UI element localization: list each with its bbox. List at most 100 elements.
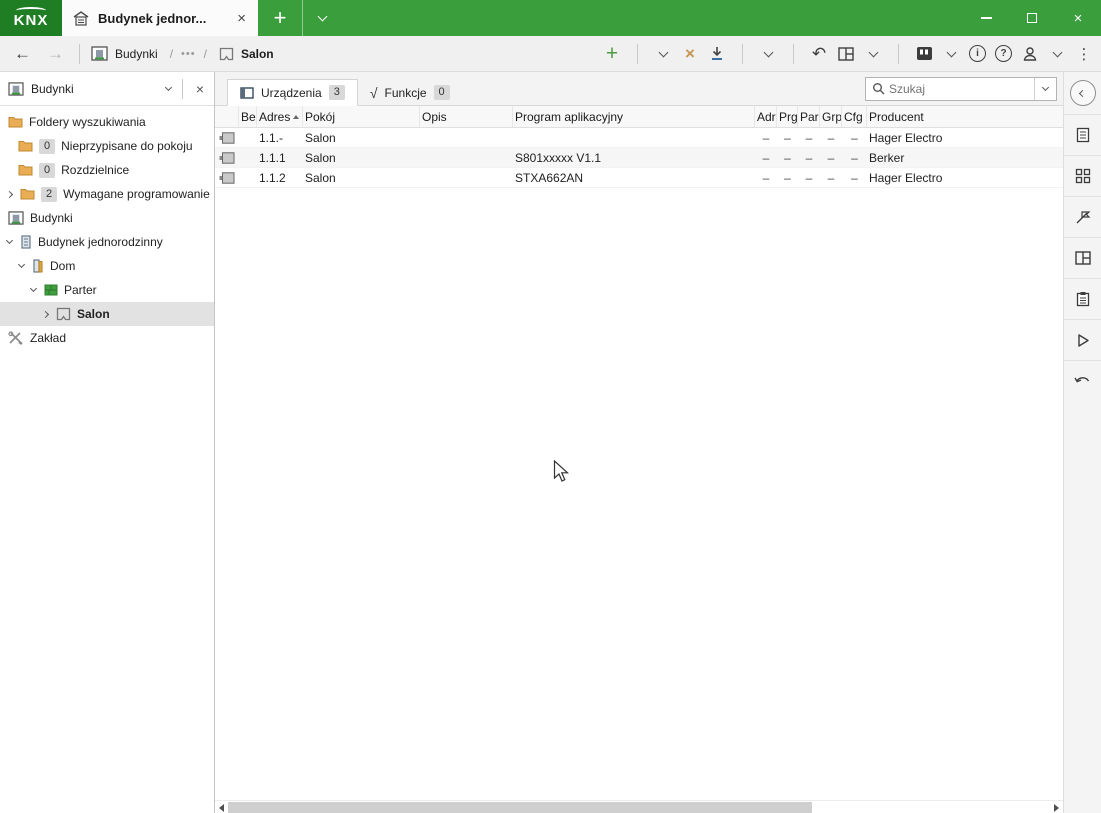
room-icon xyxy=(56,307,71,321)
new-tab-button[interactable]: + xyxy=(258,0,302,36)
chevron-right-icon xyxy=(41,310,49,318)
column-grp[interactable]: Grp xyxy=(820,106,842,127)
search-dropdown[interactable] xyxy=(1034,77,1056,100)
close-button[interactable]: × xyxy=(1055,0,1101,36)
project-tab-close-icon[interactable]: × xyxy=(235,10,248,27)
add-dropdown[interactable] xyxy=(654,42,672,66)
pending-operations-button[interactable] xyxy=(1064,319,1101,360)
column-adr[interactable]: Adr xyxy=(755,106,777,127)
tree-item-label: Budynek jednorodzinny xyxy=(38,235,163,249)
breadcrumb-item-salon[interactable]: Salon xyxy=(215,47,278,61)
device-icon xyxy=(219,131,235,144)
todo-panel-button[interactable] xyxy=(1064,278,1101,319)
minimize-button[interactable] xyxy=(963,0,1009,36)
search-box[interactable] xyxy=(865,76,1057,101)
maximize-button[interactable] xyxy=(1009,0,1055,36)
tree-item-budynki-root[interactable]: Budynki xyxy=(0,206,214,230)
column-cfg[interactable]: Cfg xyxy=(842,106,867,127)
search-input[interactable] xyxy=(885,81,1034,96)
tree-item-zaklad[interactable]: Zakład xyxy=(0,326,214,350)
tree-item-dom[interactable]: Dom xyxy=(0,254,214,278)
tree-item-budynek-jednorodzinny[interactable]: Budynek jednorodzinny xyxy=(0,230,214,254)
tree-item-foldery-wyszukiwania[interactable]: Foldery wyszukiwania xyxy=(0,110,214,134)
breadcrumb-separator: / xyxy=(169,46,174,61)
cell-manufacturer: Berker xyxy=(869,150,905,165)
tab-urzadzenia[interactable]: Urządzenia 3 xyxy=(227,79,358,106)
properties-panel-button[interactable] xyxy=(1064,114,1101,155)
catalog-dropdown[interactable] xyxy=(942,42,960,66)
tree-item-rozdzielnice[interactable]: 0 Rozdzielnice xyxy=(0,158,214,182)
tree-item-parter[interactable]: Parter xyxy=(0,278,214,302)
device-icon xyxy=(219,171,235,184)
collapse-panel-button[interactable] xyxy=(1069,80,1096,106)
workspaces-panel-button[interactable] xyxy=(1064,155,1101,196)
workspace-button[interactable] xyxy=(837,42,855,66)
workspace-dropdown[interactable] xyxy=(864,42,882,66)
scroll-right-button[interactable] xyxy=(1050,801,1063,813)
cell-program: STXA662AN xyxy=(515,170,584,185)
column-producent[interactable]: Producent xyxy=(867,106,1063,127)
triangle-left-icon xyxy=(219,803,224,812)
undo-history-button[interactable] xyxy=(1064,360,1101,401)
panels-layout-button[interactable] xyxy=(1064,237,1101,278)
tab-list-dropdown[interactable] xyxy=(302,0,342,36)
table-row[interactable]: 1.1.2 Salon STXA662AN – – – – – Hager El… xyxy=(215,168,1063,188)
tab-funkcje[interactable]: √ Funkcje 0 xyxy=(358,79,462,106)
tree-item-label: Dom xyxy=(50,259,76,273)
panel-title: Budynki xyxy=(31,81,74,96)
cell-prg: – xyxy=(784,170,791,185)
tree-item-label: Foldery wyszukiwania xyxy=(29,115,146,129)
catalog-button[interactable] xyxy=(915,42,933,66)
folder-icon xyxy=(18,165,33,176)
project-tab[interactable]: Budynek jednor... × xyxy=(62,0,258,36)
chevron-down-icon xyxy=(29,284,37,293)
find-replace-panel-button[interactable] xyxy=(1064,196,1101,237)
tree-item-nieprzypisane[interactable]: 0 Nieprzypisane do pokoju xyxy=(0,134,214,158)
tree-item-salon[interactable]: Salon xyxy=(0,302,214,326)
buildings-panel-icon xyxy=(8,211,24,225)
cell-grp: – xyxy=(827,170,835,185)
account-button[interactable] xyxy=(1021,42,1039,66)
breadcrumb-label: Budynki xyxy=(115,46,158,61)
undo-button[interactable]: ↶ xyxy=(810,42,828,66)
overflow-menu-button[interactable]: ⋮ xyxy=(1075,42,1093,66)
scrollbar-thumb[interactable] xyxy=(228,802,812,813)
download-button[interactable] xyxy=(708,42,726,66)
devices-icon xyxy=(240,86,254,99)
download-dropdown[interactable] xyxy=(759,42,777,66)
undo-arrow-icon xyxy=(1074,376,1090,382)
forward-button[interactable]: → xyxy=(39,44,72,64)
info-button[interactable]: i xyxy=(969,45,986,62)
column-program[interactable]: Program aplikacyjny xyxy=(513,106,755,127)
tree-item-wymagane-programowanie[interactable]: 2 Wymagane programowanie xyxy=(0,182,214,206)
cell-par: – xyxy=(805,150,813,165)
panel-close-icon[interactable]: × xyxy=(194,81,206,97)
content-area: Budynki × Foldery wyszukiwania 0 Nieprzy… xyxy=(0,72,1101,813)
column-par[interactable]: Par xyxy=(798,106,820,127)
titlebar-spacer xyxy=(342,0,963,36)
add-button[interactable]: + xyxy=(603,42,621,66)
breadcrumb-item-budynki[interactable]: Budynki xyxy=(87,46,162,61)
chevron-down-icon xyxy=(763,47,773,57)
chevron-down-icon xyxy=(868,47,878,57)
cell-room: Salon xyxy=(305,150,336,165)
scroll-left-button[interactable] xyxy=(215,801,228,813)
horizontal-scrollbar[interactable] xyxy=(215,800,1063,813)
panel-dropdown-icon[interactable] xyxy=(164,83,172,91)
column-prg[interactable]: Prg xyxy=(777,106,798,127)
account-dropdown[interactable] xyxy=(1048,42,1066,66)
column-be[interactable]: Be xyxy=(239,106,257,127)
column-pokoj[interactable]: Pokój xyxy=(303,106,420,127)
table-row[interactable]: 1.1.- Salon – – – – – Hager Electro xyxy=(215,128,1063,148)
delete-button[interactable]: × xyxy=(681,42,699,66)
cell-address: 1.1.2 xyxy=(259,170,286,185)
toolbar: ← → Budynki / ••• / Salon + × ↶ i ? ⋮ xyxy=(0,36,1101,72)
cell-grp: – xyxy=(827,130,835,145)
back-button[interactable]: ← xyxy=(6,44,39,64)
document-icon xyxy=(1076,127,1089,143)
column-opis[interactable]: Opis xyxy=(420,106,513,127)
column-adres[interactable]: Adres xyxy=(257,106,303,127)
table-row[interactable]: 1.1.1 Salon S801xxxxx V1.1 – – – – – Ber… xyxy=(215,148,1063,168)
help-button[interactable]: ? xyxy=(995,45,1012,62)
breadcrumb-ellipsis[interactable]: ••• xyxy=(181,48,196,60)
